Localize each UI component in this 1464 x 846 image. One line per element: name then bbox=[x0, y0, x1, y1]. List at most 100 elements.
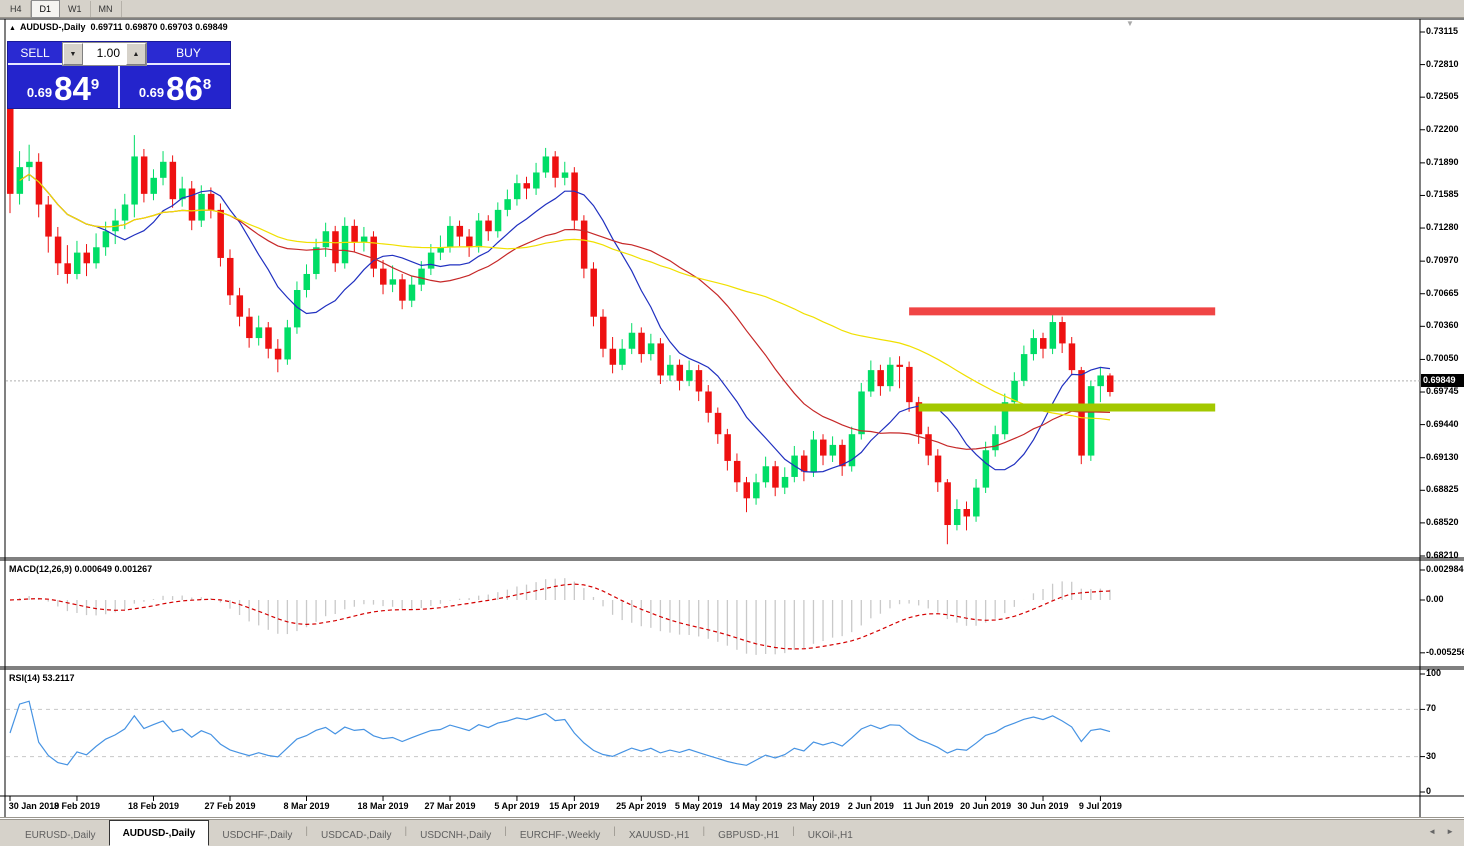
candle-body bbox=[925, 434, 932, 456]
candle-body bbox=[953, 508, 961, 526]
chart-symbol-label: AUDUSD-,Daily bbox=[19, 22, 86, 32]
candle-body bbox=[1087, 386, 1095, 456]
candle-body bbox=[26, 161, 33, 168]
candle-body bbox=[810, 439, 817, 472]
candle-body bbox=[284, 327, 291, 360]
candle-body bbox=[1059, 322, 1066, 344]
candle-body bbox=[35, 161, 43, 205]
chart-canvas[interactable] bbox=[0, 0, 1464, 846]
candle-body bbox=[934, 455, 942, 483]
rsi-indicator-title: RSI(14) 53.2117 bbox=[9, 673, 75, 683]
candle-body bbox=[73, 252, 81, 274]
candle-body bbox=[714, 412, 722, 435]
candle-body bbox=[322, 231, 330, 248]
candle-body bbox=[1040, 338, 1047, 349]
support-line bbox=[918, 403, 1216, 412]
volume-input[interactable]: 1.00 bbox=[83, 43, 126, 65]
one-click-trade-panel: SELL ▼ 1.00 ▲ BUY 0.69 84 9 0.69 86 8 bbox=[8, 42, 230, 108]
candle-body bbox=[236, 295, 244, 317]
candle-body bbox=[580, 220, 588, 269]
sell-price-big: 84 bbox=[54, 70, 91, 107]
candle-body bbox=[1106, 375, 1114, 393]
buy-button[interactable]: BUY bbox=[147, 42, 230, 65]
candle-body bbox=[800, 455, 808, 472]
candle-body bbox=[274, 348, 282, 360]
candle-body bbox=[906, 366, 913, 403]
candle-body bbox=[418, 268, 425, 285]
sell-price-prefix: 0.69 bbox=[26, 85, 53, 100]
candle-body bbox=[552, 156, 559, 178]
candle-body bbox=[408, 284, 416, 301]
candle-body bbox=[64, 263, 71, 274]
volume-increase-icon[interactable]: ▲ bbox=[126, 43, 146, 65]
candle-body bbox=[733, 460, 741, 483]
candle-body bbox=[992, 434, 999, 451]
candle-body bbox=[753, 482, 760, 499]
candle-body bbox=[781, 476, 789, 488]
collapse-icon[interactable]: ▲ bbox=[9, 25, 16, 32]
candle-body bbox=[1078, 370, 1085, 456]
candle-body bbox=[676, 364, 684, 381]
candle-body bbox=[332, 231, 339, 264]
candle-body bbox=[188, 188, 196, 221]
candle-body bbox=[226, 257, 234, 296]
tab-scroll-right-icon[interactable]: ► bbox=[1446, 827, 1454, 836]
candle-body bbox=[533, 172, 540, 189]
tab-scroll-controls: ◄ ► bbox=[1428, 827, 1454, 836]
candle-body bbox=[600, 316, 607, 349]
buy-price-pip: 8 bbox=[202, 76, 212, 93]
sell-button[interactable]: SELL bbox=[8, 42, 62, 65]
candle-body bbox=[207, 193, 215, 210]
sell-price-pip: 9 bbox=[90, 76, 100, 93]
candle-body bbox=[1097, 375, 1104, 387]
chart-shift-marker-icon[interactable]: ▼ bbox=[1126, 19, 1134, 28]
candle-body bbox=[523, 183, 531, 189]
candle-body bbox=[695, 370, 703, 392]
buy-price-display[interactable]: 0.69 86 8 bbox=[120, 66, 230, 108]
current-price-badge: 0.69849 bbox=[1421, 374, 1464, 388]
candle-body bbox=[944, 482, 951, 526]
candle-body bbox=[131, 156, 138, 205]
candle-body bbox=[1049, 322, 1057, 349]
rsi-line bbox=[9, 700, 1111, 766]
tab-scroll-left-icon[interactable]: ◄ bbox=[1428, 827, 1436, 836]
candle-body bbox=[829, 444, 837, 456]
candle-body bbox=[705, 391, 712, 413]
candle-body bbox=[456, 225, 464, 237]
candle-body bbox=[647, 343, 655, 355]
moving-average-50 bbox=[19, 173, 1111, 421]
candle-body bbox=[571, 172, 578, 221]
candle-body bbox=[54, 236, 62, 264]
candle-body bbox=[743, 482, 751, 499]
candle-body bbox=[121, 204, 129, 221]
chart-ohlc-values: 0.69711 0.69870 0.69703 0.69849 bbox=[90, 22, 228, 32]
candle-body bbox=[963, 508, 970, 517]
candle-body bbox=[246, 316, 253, 339]
candle-body bbox=[93, 247, 100, 264]
candle-body bbox=[973, 487, 980, 517]
candle-body bbox=[169, 161, 177, 200]
candle-body bbox=[485, 220, 492, 232]
candle-body bbox=[561, 172, 569, 178]
candle-body bbox=[513, 183, 521, 200]
candle-body bbox=[360, 236, 368, 242]
candle-body bbox=[1020, 354, 1028, 381]
candle-body bbox=[217, 209, 224, 258]
candle-body bbox=[83, 252, 91, 264]
candle-body bbox=[303, 273, 311, 290]
candle-body bbox=[1068, 343, 1076, 371]
candle-body bbox=[619, 348, 626, 365]
candle-body bbox=[1030, 338, 1037, 355]
candle-body bbox=[370, 236, 377, 269]
buy-price-prefix: 0.69 bbox=[138, 85, 165, 100]
candle-body bbox=[427, 252, 435, 269]
candle-body bbox=[475, 220, 483, 248]
candle-body bbox=[772, 466, 779, 488]
sell-price-display[interactable]: 0.69 84 9 bbox=[8, 66, 120, 108]
candle-body bbox=[446, 225, 454, 248]
candle-body bbox=[886, 364, 894, 387]
candle-body bbox=[686, 370, 693, 381]
candle-body bbox=[542, 156, 550, 173]
candle-body bbox=[150, 177, 157, 194]
volume-decrease-icon[interactable]: ▼ bbox=[63, 43, 83, 65]
